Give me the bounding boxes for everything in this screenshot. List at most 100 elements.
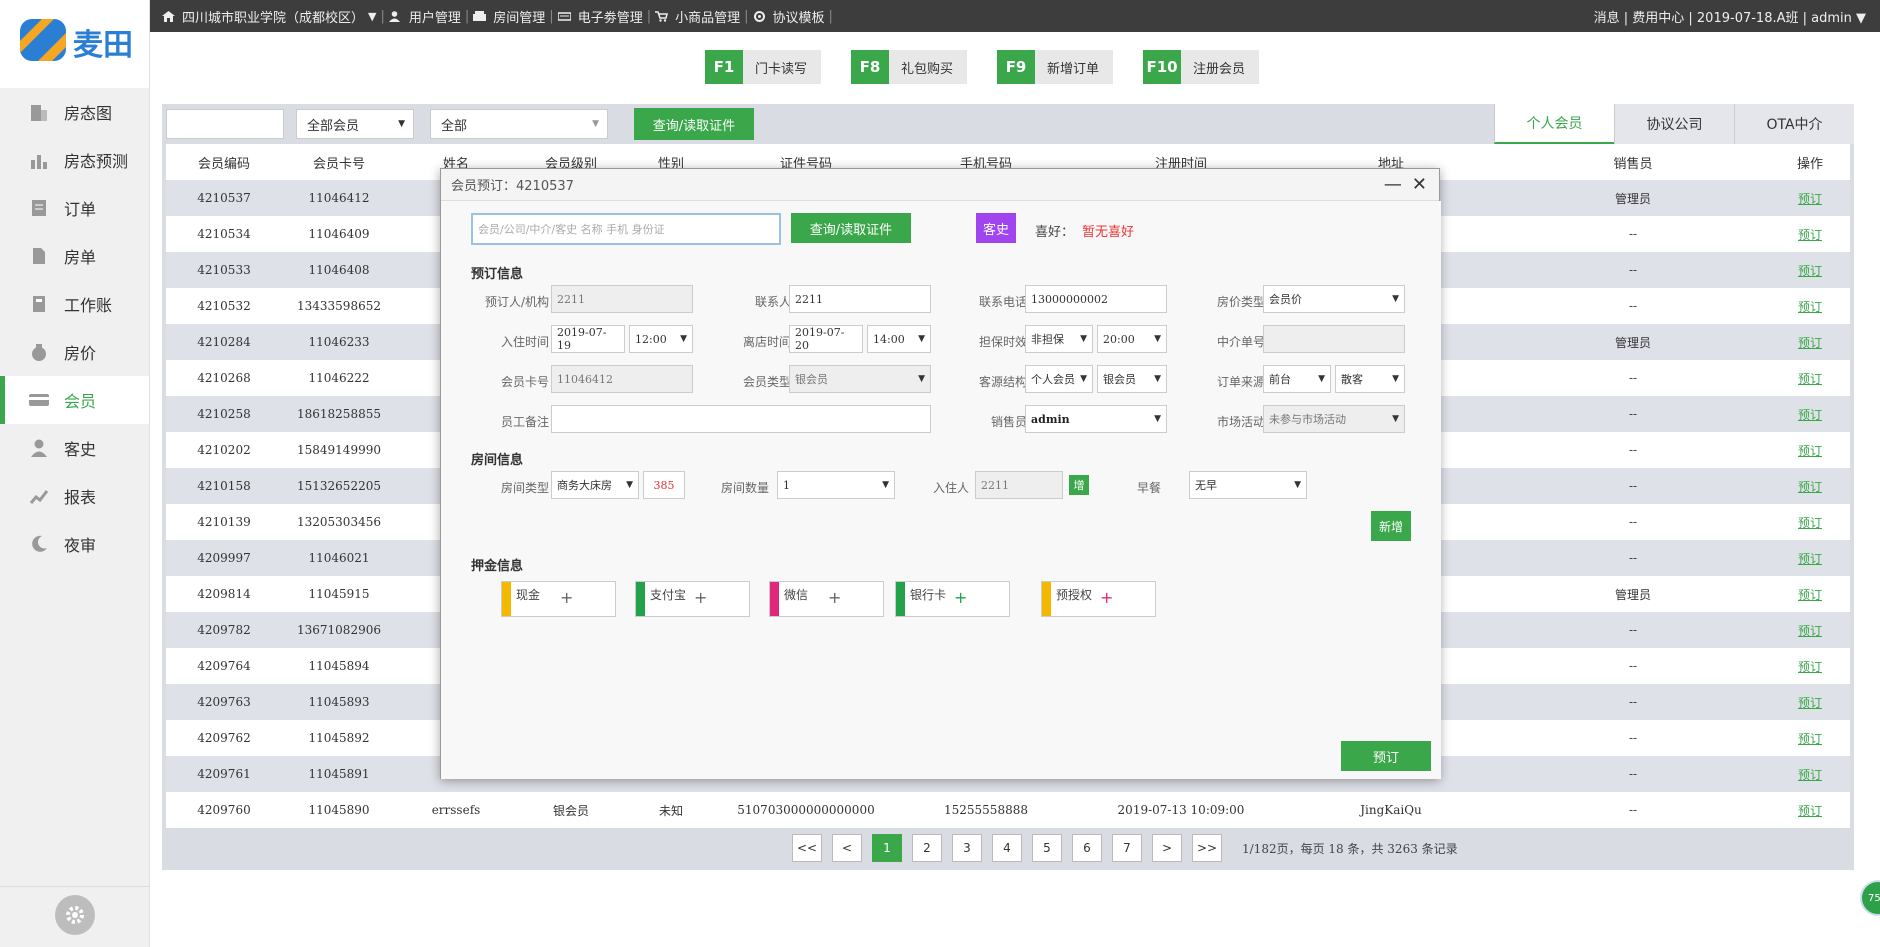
tab-ota-agent[interactable]: OTA中介 (1734, 104, 1854, 144)
fkey-new-order[interactable]: F9 新增订单 (997, 50, 1114, 84)
guarantee-time-select[interactable]: 20:00 ▼ (1097, 325, 1167, 353)
menu-coupon-management[interactable]: 电子劵管理 (578, 7, 643, 26)
reserve-link[interactable]: 预订 (1770, 262, 1850, 279)
fkey-register-member[interactable]: F10 注册会员 (1143, 50, 1260, 84)
fkey-card-rw[interactable]: F1 门卡读写 (705, 50, 822, 84)
book-button[interactable]: 预订 (1341, 741, 1431, 771)
all-select[interactable]: 全部 ▼ (430, 109, 608, 139)
page-button[interactable]: 7 (1112, 834, 1142, 862)
reserve-link[interactable]: 预订 (1770, 730, 1850, 747)
dialog-query-button[interactable]: 查询/读取证件 (791, 213, 911, 243)
checkout-time-select[interactable]: 14:00 ▼ (867, 325, 931, 353)
page-button[interactable]: 2 (912, 834, 942, 862)
page-prev-button[interactable]: < (832, 834, 862, 862)
menu-room-management[interactable]: 房间管理 (493, 7, 545, 26)
sidebar-item-guest-history[interactable]: 客史 (0, 424, 149, 472)
page-last-button[interactable]: >> (1192, 834, 1222, 862)
room-count-select[interactable]: 1 ▼ (777, 471, 895, 499)
sidebar-item-room-bills[interactable]: 房单 (0, 232, 149, 280)
reserve-link[interactable]: 预订 (1770, 694, 1850, 711)
guest-field[interactable]: 2211 (975, 471, 1063, 499)
guarantee-select[interactable]: 非担保 ▼ (1025, 325, 1093, 353)
guest-history-button[interactable]: 客史 (976, 213, 1016, 243)
checkin-time-select[interactable]: 12:00 ▼ (629, 325, 693, 353)
sidebar-item-members[interactable]: 会员 (0, 376, 149, 424)
page-button[interactable]: 4 (992, 834, 1022, 862)
contact-field[interactable]: 2211 (789, 285, 931, 313)
source-select-2[interactable]: 银会员 ▼ (1097, 365, 1167, 393)
reserve-link[interactable]: 预订 (1770, 190, 1850, 207)
order-source-select-1[interactable]: 前台 ▼ (1263, 365, 1331, 393)
search-input[interactable] (166, 109, 284, 139)
reserve-link[interactable]: 预订 (1770, 514, 1850, 531)
reserve-link[interactable]: 预订 (1770, 298, 1850, 315)
sidebar-item-work-ledger[interactable]: 工作账 (0, 280, 149, 328)
phone-field[interactable]: 13000000002 (1025, 285, 1167, 313)
reserve-link[interactable]: 预订 (1770, 370, 1850, 387)
minimize-icon[interactable]: — (1384, 174, 1402, 195)
plus-icon[interactable]: + (1100, 588, 1113, 607)
tab-personal-member[interactable]: 个人会员 (1494, 104, 1614, 144)
menu-user-management[interactable]: 用户管理 (409, 7, 461, 26)
agent-no-field[interactable] (1263, 325, 1405, 353)
query-button[interactable]: 查询/读取证件 (634, 108, 754, 140)
deposit-bank-card[interactable]: 银行卡 + (895, 581, 1010, 617)
order-source-select-2[interactable]: 散客 ▼ (1335, 365, 1405, 393)
sidebar-item-room-rates[interactable]: 房价 (0, 328, 149, 376)
school-name[interactable]: 四川城市职业学院（成都校区） (182, 7, 364, 26)
sidebar-item-orders[interactable]: 订单 (0, 184, 149, 232)
plus-icon[interactable]: + (694, 588, 707, 607)
reserve-link[interactable]: 预订 (1770, 622, 1850, 639)
reserve-link[interactable]: 预订 (1770, 442, 1850, 459)
breakfast-select[interactable]: 无早 ▼ (1189, 471, 1307, 499)
page-button[interactable]: 3 (952, 834, 982, 862)
deposit-cash[interactable]: 现金 + (501, 581, 616, 617)
page-button[interactable]: 5 (1032, 834, 1062, 862)
school-dropdown-icon[interactable]: ▼ (368, 10, 376, 23)
source-select-1[interactable]: 个人会员 ▼ (1025, 365, 1093, 393)
add-guest-button[interactable]: 增 (1069, 475, 1089, 495)
reserve-link[interactable]: 预订 (1770, 478, 1850, 495)
page-first-button[interactable]: << (792, 834, 822, 862)
deposit-preauth[interactable]: 预授权 + (1041, 581, 1156, 617)
page-button[interactable]: 1 (872, 834, 902, 862)
sidebar-item-room-status[interactable]: 房态图 (0, 88, 149, 136)
reserve-link[interactable]: 预订 (1770, 658, 1850, 675)
card-field[interactable]: 11046412 (551, 365, 693, 393)
add-room-button[interactable]: 新增 (1371, 511, 1411, 541)
close-icon[interactable]: ✕ (1412, 174, 1427, 195)
remark-field[interactable] (551, 405, 931, 433)
room-type-select[interactable]: 商务大床房 ▼ (551, 471, 639, 499)
rate-type-select[interactable]: 会员价 ▼ (1263, 285, 1405, 313)
sales-select[interactable]: admin ▼ (1025, 405, 1167, 433)
deposit-alipay[interactable]: 支付宝 + (635, 581, 750, 617)
booker-field[interactable]: 2211 (551, 285, 693, 313)
fkey-gift-pack[interactable]: F8 礼包购买 (851, 50, 968, 84)
tab-contract-company[interactable]: 协议公司 (1614, 104, 1734, 144)
reserve-link[interactable]: 预订 (1770, 586, 1850, 603)
reserve-link[interactable]: 预订 (1770, 406, 1850, 423)
sidebar-item-night-audit[interactable]: 夜审 (0, 520, 149, 568)
table-row[interactable]: 4209760 11045890 errssefs 银会员 未知 510703000000… (166, 792, 1850, 828)
member-type-select[interactable]: 银会员 ▼ (789, 365, 931, 393)
menu-goods-management[interactable]: 小商品管理 (675, 7, 740, 26)
reserve-link[interactable]: 预订 (1770, 550, 1850, 567)
reserve-link[interactable]: 预订 (1770, 766, 1850, 783)
top-right-links[interactable]: 消息 | 费用中心 | 2019-07-18.A班 | admin ▼ (1594, 0, 1866, 32)
plus-icon[interactable]: + (828, 588, 841, 607)
page-next-button[interactable]: > (1152, 834, 1182, 862)
reserve-link[interactable]: 预订 (1770, 226, 1850, 243)
page-button[interactable]: 6 (1072, 834, 1102, 862)
member-level-select[interactable]: 全部会员 ▼ (296, 109, 414, 139)
home-icon[interactable] (162, 10, 175, 22)
menu-contract-template[interactable]: 协议模板 (773, 7, 825, 26)
plus-icon[interactable]: + (954, 588, 967, 607)
sidebar-item-forecast[interactable]: 房态预测 (0, 136, 149, 184)
reserve-link[interactable]: 预订 (1770, 802, 1850, 819)
sidebar-item-reports[interactable]: 报表 (0, 472, 149, 520)
member-search-input[interactable]: 会员/公司/中介/客史 名称 手机 身份证 (471, 213, 781, 245)
deposit-wechat[interactable]: 微信 + (769, 581, 884, 617)
floating-badge[interactable]: 75 (1860, 880, 1880, 916)
reserve-link[interactable]: 预订 (1770, 334, 1850, 351)
plus-icon[interactable]: + (560, 588, 573, 607)
